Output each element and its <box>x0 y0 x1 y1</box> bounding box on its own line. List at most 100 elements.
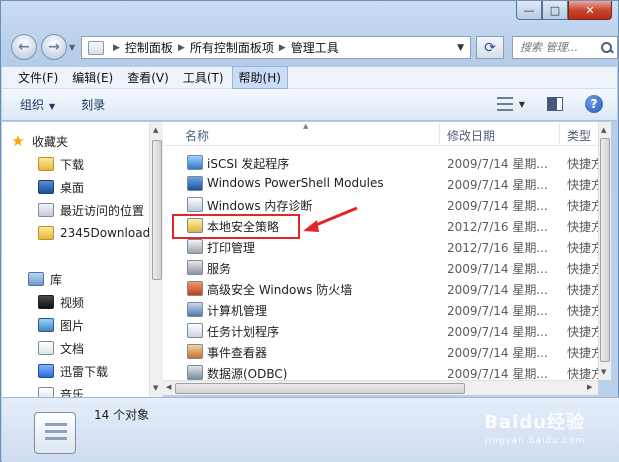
file-list-scrollbar[interactable]: ▲ ▼ <box>598 122 611 380</box>
chevron-right-icon[interactable]: ▶ <box>113 43 120 53</box>
file-name: 数据源(ODBC) <box>207 367 288 380</box>
view-options-dropdown-icon[interactable]: ▼ <box>519 100 525 109</box>
column-header-row: ▲ 名称 修改日期 类型 <box>163 122 608 146</box>
file-date: 2009/7/14 星期... <box>447 199 548 213</box>
nav-item-videos[interactable]: 视频 <box>38 291 84 313</box>
scroll-right-icon[interactable]: ▶ <box>587 383 592 391</box>
file-row[interactable]: 任务计划程序 2009/7/14 星期... 快捷方 <box>163 320 608 341</box>
scrollbar-thumb[interactable] <box>600 138 610 362</box>
scroll-down-icon[interactable]: ▼ <box>153 384 158 392</box>
file-date: 2009/7/14 星期... <box>447 304 548 318</box>
recent-pages-dropdown-icon[interactable]: ▼ <box>69 43 75 52</box>
scrollbar-thumb[interactable] <box>152 140 162 280</box>
address-dropdown-icon[interactable]: ▼ <box>457 43 464 53</box>
nav-favorites[interactable]: ★ 收藏夹 <box>10 130 68 152</box>
powershell-icon <box>187 176 203 191</box>
file-date: 2009/7/14 星期... <box>447 262 548 276</box>
nav-item-downloads[interactable]: 下载 <box>38 153 84 175</box>
file-row[interactable]: 计算机管理 2009/7/14 星期... 快捷方 <box>163 299 608 320</box>
file-name: Windows PowerShell Modules <box>207 176 384 190</box>
scroll-up-icon[interactable]: ▲ <box>601 126 606 134</box>
search-box[interactable] <box>512 36 618 59</box>
iscsi-icon <box>187 155 203 170</box>
thunder-download-icon <box>38 364 54 378</box>
horizontal-scrollbar[interactable]: ◀ ▶ <box>163 380 598 395</box>
watermark-logo: Baidu经验 <box>484 412 585 433</box>
file-row[interactable]: 数据源(ODBC) 2009/7/14 星期... 快捷方 <box>163 362 608 380</box>
search-input[interactable] <box>520 41 600 54</box>
nav-item-recent-places[interactable]: 最近访问的位置 <box>38 199 144 221</box>
scrollbar-thumb[interactable] <box>175 383 465 394</box>
back-button[interactable]: ← <box>11 34 37 60</box>
event-viewer-icon <box>187 344 203 359</box>
scroll-up-icon[interactable]: ▲ <box>153 126 158 134</box>
nav-item-pictures[interactable]: 图片 <box>38 314 84 336</box>
computer-management-icon <box>187 302 203 317</box>
file-row[interactable]: 打印管理 2012/7/16 星期... 快捷方 <box>163 236 608 257</box>
close-button[interactable]: ✕ <box>568 1 612 20</box>
documents-library-icon <box>38 341 54 355</box>
file-name: 高级安全 Windows 防火墙 <box>207 283 353 297</box>
odbc-icon <box>187 365 203 380</box>
column-divider[interactable] <box>439 124 440 144</box>
nav-label: 下载 <box>60 157 85 172</box>
nav-label: 图片 <box>60 318 85 333</box>
maximize-button[interactable]: □ <box>542 1 568 20</box>
folder-icon <box>38 226 54 240</box>
breadcrumb-item[interactable]: 管理工具 <box>291 39 339 56</box>
refresh-button[interactable]: ⟳ <box>476 36 504 59</box>
column-divider[interactable] <box>559 124 560 144</box>
admin-tools-large-icon <box>34 412 76 454</box>
menu-tools[interactable]: 工具(T) <box>177 67 230 88</box>
help-icon[interactable]: ? <box>585 95 603 113</box>
chevron-right-icon[interactable]: ▶ <box>178 43 185 53</box>
control-panel-icon <box>88 40 104 55</box>
downloads-folder-icon <box>38 157 54 171</box>
services-icon <box>187 260 203 275</box>
breadcrumb-item[interactable]: 所有控制面板项 <box>190 39 274 56</box>
pictures-library-icon <box>38 318 54 332</box>
minimize-button[interactable]: — <box>516 1 542 20</box>
nav-label: 文档 <box>60 341 85 356</box>
nav-item-desktop[interactable]: 桌面 <box>38 176 84 198</box>
file-row[interactable]: Windows 内存诊断 2009/7/14 星期... 快捷方 <box>163 194 608 215</box>
nav-item-2345downloads[interactable]: 2345Downloads <box>38 222 156 244</box>
file-row[interactable]: 服务 2009/7/14 星期... 快捷方 <box>163 257 608 278</box>
scroll-left-icon[interactable]: ◀ <box>166 383 171 391</box>
command-bar: 组织 ▼ 刻录 ▼ ? <box>2 89 617 121</box>
nav-item-music[interactable]: 音乐 <box>38 383 84 397</box>
menu-file[interactable]: 文件(F) <box>12 67 64 88</box>
column-date[interactable]: 修改日期 <box>447 127 495 144</box>
preview-pane-icon[interactable] <box>547 97 563 111</box>
burn-button[interactable]: 刻录 <box>81 96 105 113</box>
back-arrow-icon: ← <box>18 39 30 55</box>
file-row[interactable]: 事件查看器 2009/7/14 星期... 快捷方 <box>163 341 608 362</box>
search-icon[interactable] <box>600 41 613 55</box>
column-type[interactable]: 类型 <box>567 127 591 144</box>
file-name: iSCSI 发起程序 <box>207 157 290 171</box>
file-name: 计算机管理 <box>207 304 268 318</box>
menu-edit[interactable]: 编辑(E) <box>66 67 119 88</box>
nav-label: 2345Downloads <box>60 226 157 240</box>
file-row[interactable]: Windows PowerShell Modules 2009/7/14 星期..… <box>163 173 608 194</box>
forward-button[interactable]: → <box>41 34 67 60</box>
scroll-down-icon[interactable]: ▼ <box>601 368 606 376</box>
breadcrumb-item[interactable]: 控制面板 <box>125 39 173 56</box>
navigation-pane: ★ 收藏夹 下载 桌面 最近访问的位置 2345Downloads 库 视频 图… <box>2 122 162 397</box>
nav-item-documents[interactable]: 文档 <box>38 337 84 359</box>
nav-libraries[interactable]: 库 <box>28 268 62 290</box>
chevron-right-icon[interactable]: ▶ <box>279 43 286 53</box>
file-row[interactable]: iSCSI 发起程序 2009/7/14 星期... 快捷方 <box>163 152 608 173</box>
organize-label: 组织 <box>20 98 45 112</box>
file-date: 2012/7/16 星期... <box>447 241 548 255</box>
address-bar[interactable]: ▶ 控制面板 ▶ 所有控制面板项 ▶ 管理工具 ▼ <box>81 36 471 59</box>
change-view-icon[interactable] <box>496 97 513 111</box>
nav-pane-scrollbar[interactable]: ▲ ▼ <box>149 122 163 397</box>
organize-button[interactable]: 组织 ▼ <box>20 96 55 113</box>
menu-help[interactable]: 帮助(H) <box>231 66 288 89</box>
menu-view[interactable]: 查看(V) <box>121 67 175 88</box>
file-row[interactable]: 高级安全 Windows 防火墙 2009/7/14 星期... 快捷方 <box>163 278 608 299</box>
nav-item-thunder-downloads[interactable]: 迅雷下载 <box>38 360 108 382</box>
column-name[interactable]: 名称 <box>185 127 209 144</box>
item-count: 14 个对象 <box>94 408 150 422</box>
